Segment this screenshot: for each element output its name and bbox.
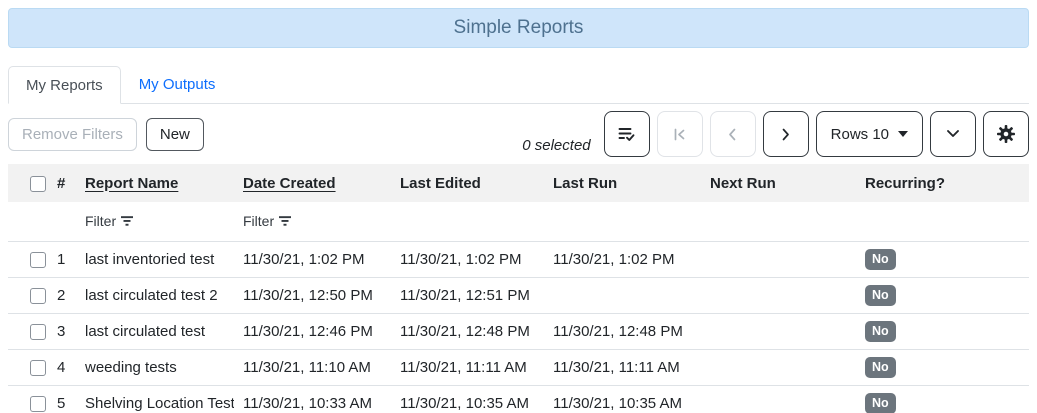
row-number: 5 <box>48 385 76 413</box>
last-run-cell: 11/30/21, 1:02 PM <box>544 241 701 278</box>
row-number: 2 <box>48 277 76 314</box>
recurring-badge: No <box>865 320 896 342</box>
recurring-badge: No <box>865 392 896 413</box>
row-checkbox[interactable] <box>30 251 46 268</box>
column-header-next-run: Next Run <box>701 164 856 202</box>
next-run-cell <box>701 277 856 314</box>
last-edited-cell: 11/30/21, 12:48 PM <box>391 313 544 350</box>
date-created-cell: 11/30/21, 10:33 AM <box>234 385 391 413</box>
table-row: 2 last circulated test 2 11/30/21, 12:50… <box>8 277 1029 314</box>
prev-page-icon <box>724 126 741 143</box>
selected-count: 0 selected <box>522 137 591 154</box>
prev-page-button[interactable] <box>709 111 756 157</box>
report-name-filter[interactable]: Filter <box>85 213 134 229</box>
report-name-cell: Shelving Location Test <box>76 385 234 413</box>
row-number: 4 <box>48 349 76 386</box>
date-created-cell: 11/30/21, 12:50 PM <box>234 277 391 314</box>
first-page-icon <box>671 126 688 143</box>
remove-filters-button[interactable]: Remove Filters <box>8 117 137 151</box>
filter-row: Filter Filter <box>8 202 1029 242</box>
simple-reports-page: Simple Reports My Reports My Outputs Rem… <box>0 0 1037 413</box>
tab-my-outputs[interactable]: My Outputs <box>121 66 234 103</box>
date-created-cell: 11/30/21, 1:02 PM <box>234 241 391 278</box>
next-page-icon <box>777 126 794 143</box>
column-header-date-created[interactable]: Date Created <box>234 164 391 202</box>
row-checkbox[interactable] <box>30 287 46 304</box>
last-run-cell <box>544 277 701 314</box>
reports-table: # Report Name Date Created Last Edited L… <box>8 164 1029 413</box>
last-edited-cell: 11/30/21, 12:51 PM <box>391 277 544 314</box>
report-name-cell: last inventoried test <box>76 241 234 278</box>
last-run-cell: 11/30/21, 12:48 PM <box>544 313 701 350</box>
next-run-cell <box>701 349 856 386</box>
next-run-cell <box>701 385 856 413</box>
row-number: 3 <box>48 313 76 350</box>
filter-funnel-icon <box>120 215 134 227</box>
caret-down-icon <box>898 131 908 137</box>
last-run-cell: 11/30/21, 10:35 AM <box>544 385 701 413</box>
last-edited-cell: 11/30/21, 11:11 AM <box>391 349 544 386</box>
last-edited-cell: 11/30/21, 1:02 PM <box>391 241 544 278</box>
new-report-button[interactable]: New <box>145 117 204 151</box>
report-name-cell: last circulated test <box>76 313 234 350</box>
recurring-badge: No <box>865 284 896 306</box>
page-header: Simple Reports <box>8 8 1029 48</box>
date-created-filter[interactable]: Filter <box>243 213 292 229</box>
table-row: 1 last inventoried test 11/30/21, 1:02 P… <box>8 241 1029 278</box>
row-checkbox[interactable] <box>30 359 46 376</box>
last-edited-cell: 11/30/21, 10:35 AM <box>391 385 544 413</box>
column-header-report-name[interactable]: Report Name <box>76 164 234 202</box>
expand-toolbar-button[interactable] <box>930 111 976 157</box>
table-row: 5 Shelving Location Test 11/30/21, 10:33… <box>8 385 1029 413</box>
recurring-badge: No <box>865 248 896 270</box>
date-created-cell: 11/30/21, 12:46 PM <box>234 313 391 350</box>
tab-my-reports[interactable]: My Reports <box>8 66 121 104</box>
gear-icon <box>996 124 1016 144</box>
grid-settings-button[interactable] <box>983 111 1029 157</box>
rows-per-page-label: Rows 10 <box>830 125 889 143</box>
table-row: 3 last circulated test 11/30/21, 12:46 P… <box>8 313 1029 350</box>
tab-bar: My Reports My Outputs <box>8 66 1029 104</box>
last-run-cell: 11/30/21, 11:11 AM <box>544 349 701 386</box>
rows-per-page-dropdown[interactable]: Rows 10 <box>815 111 923 157</box>
next-run-cell <box>701 241 856 278</box>
first-page-button[interactable] <box>656 111 703 157</box>
column-header-last-run: Last Run <box>544 164 701 202</box>
select-actions-button[interactable] <box>603 111 650 157</box>
table-header-row: # Report Name Date Created Last Edited L… <box>8 164 1029 202</box>
row-number: 1 <box>48 241 76 278</box>
recurring-badge: No <box>865 356 896 378</box>
report-name-cell: weeding tests <box>76 349 234 386</box>
column-header-number: # <box>48 164 76 202</box>
next-run-cell <box>701 313 856 350</box>
page-title: Simple Reports <box>453 17 584 38</box>
chevron-down-icon <box>944 128 962 140</box>
column-header-recurring: Recurring? <box>856 164 1029 202</box>
row-checkbox[interactable] <box>30 395 46 412</box>
list-check-icon <box>617 125 636 143</box>
next-page-button[interactable] <box>762 111 809 157</box>
filter-funnel-icon <box>278 215 292 227</box>
select-all-checkbox[interactable] <box>30 175 46 192</box>
toolbar-right-group: 0 selected Rows 10 <box>522 111 1029 157</box>
table-row: 4 weeding tests 11/30/21, 11:10 AM 11/30… <box>8 349 1029 386</box>
toolbar: Remove Filters New 0 selected Rows 10 <box>8 111 1029 157</box>
row-checkbox[interactable] <box>30 323 46 340</box>
report-name-cell: last circulated test 2 <box>76 277 234 314</box>
date-created-cell: 11/30/21, 11:10 AM <box>234 349 391 386</box>
column-header-last-edited: Last Edited <box>391 164 544 202</box>
